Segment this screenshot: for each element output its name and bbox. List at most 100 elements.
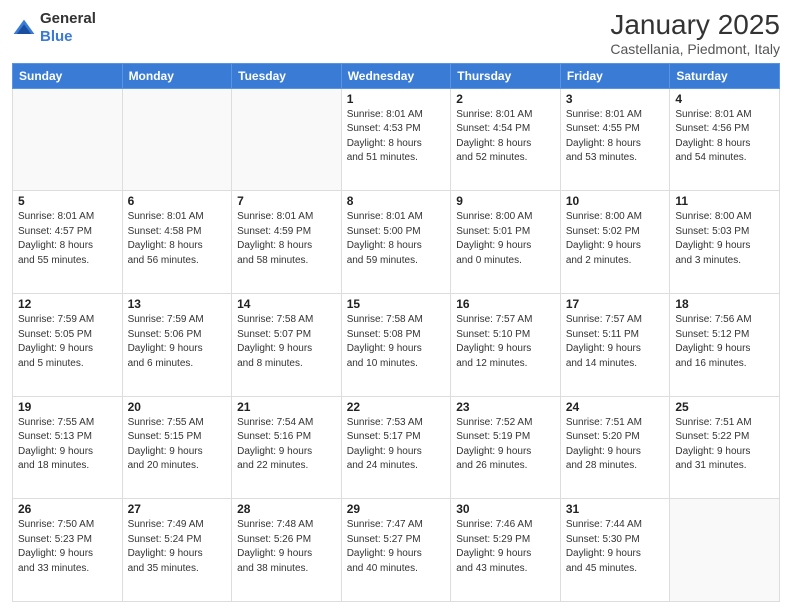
calendar-cell-w1-d6: 3 Sunrise: 8:01 AM Sunset: 4:55 PM Daylig… xyxy=(560,88,670,191)
day-number: 26 xyxy=(18,502,117,516)
calendar-cell-w4-d3: 21Sunrise: 7:54 AM Sunset: 5:16 PM Dayli… xyxy=(232,396,342,499)
week-row-5: 26 Sunrise: 7:50 AM Sunset: 5:23 PM Dayli… xyxy=(13,499,780,602)
week-row-3: 12 Sunrise: 7:59 AM Sunset: 5:05 PM Dayli… xyxy=(13,294,780,397)
day-number: 31 xyxy=(566,502,665,516)
day-number: 20 xyxy=(128,400,227,414)
day-info: Sunrise: 8:01 AM Sunset: 4:54 PM Dayligh… xyxy=(456,108,555,166)
calendar-cell-w5-d7 xyxy=(670,499,780,602)
calendar-cell-w2-d6: 10 Sunrise: 8:00 AM Sunset: 5:02 PM Dayli… xyxy=(560,191,670,294)
day-number: 10 xyxy=(566,194,665,208)
header-sunday: Sunday xyxy=(13,63,123,88)
day-info: Sunrise: 7:51 AM Sunset: 5:20 PM Dayligh… xyxy=(566,416,665,474)
calendar-cell-w1-d1 xyxy=(13,88,123,191)
day-number: 19 xyxy=(18,400,117,414)
day-info: Sunrise: 7:46 AM Sunset: 5:29 PM Dayligh… xyxy=(456,518,555,576)
week-row-1: 1 Sunrise: 8:01 AM Sunset: 4:53 PM Daylig… xyxy=(13,88,780,191)
page-container: General Blue January 2025 Castellania, P… xyxy=(0,0,792,612)
calendar-cell-w2-d5: 9Sunrise: 8:00 AM Sunset: 5:01 PM Daylig… xyxy=(451,191,561,294)
day-number: 4 xyxy=(675,92,774,106)
day-number: 6 xyxy=(128,194,227,208)
day-number: 23 xyxy=(456,400,555,414)
calendar-cell-w4-d6: 24 Sunrise: 7:51 AM Sunset: 5:20 PM Dayli… xyxy=(560,396,670,499)
day-info: Sunrise: 8:00 AM Sunset: 5:03 PM Dayligh… xyxy=(675,210,774,268)
day-number: 17 xyxy=(566,297,665,311)
day-info: Sunrise: 8:01 AM Sunset: 4:58 PM Dayligh… xyxy=(128,210,227,268)
day-info: Sunrise: 7:55 AM Sunset: 5:13 PM Dayligh… xyxy=(18,416,117,474)
calendar-cell-w1-d7: 4 Sunrise: 8:01 AM Sunset: 4:56 PM Daylig… xyxy=(670,88,780,191)
day-number: 16 xyxy=(456,297,555,311)
week-row-4: 19 Sunrise: 7:55 AM Sunset: 5:13 PM Dayli… xyxy=(13,396,780,499)
day-number: 1 xyxy=(347,92,446,106)
day-number: 3 xyxy=(566,92,665,106)
day-number: 15 xyxy=(347,297,446,311)
day-number: 29 xyxy=(347,502,446,516)
day-info: Sunrise: 7:51 AM Sunset: 5:22 PM Dayligh… xyxy=(675,416,774,474)
day-info: Sunrise: 8:01 AM Sunset: 4:55 PM Dayligh… xyxy=(566,108,665,166)
day-info: Sunrise: 7:44 AM Sunset: 5:30 PM Dayligh… xyxy=(566,518,665,576)
day-info: Sunrise: 7:48 AM Sunset: 5:26 PM Dayligh… xyxy=(237,518,336,576)
logo-general: General xyxy=(40,10,96,27)
day-number: 13 xyxy=(128,297,227,311)
day-info: Sunrise: 8:00 AM Sunset: 5:02 PM Dayligh… xyxy=(566,210,665,268)
header-wednesday: Wednesday xyxy=(341,63,451,88)
logo: General Blue xyxy=(12,10,96,46)
day-info: Sunrise: 7:58 AM Sunset: 5:08 PM Dayligh… xyxy=(347,313,446,371)
day-info: Sunrise: 7:58 AM Sunset: 5:07 PM Dayligh… xyxy=(237,313,336,371)
day-info: Sunrise: 7:47 AM Sunset: 5:27 PM Dayligh… xyxy=(347,518,446,576)
day-info: Sunrise: 7:57 AM Sunset: 5:10 PM Dayligh… xyxy=(456,313,555,371)
calendar-cell-w5-d3: 28 Sunrise: 7:48 AM Sunset: 5:26 PM Dayli… xyxy=(232,499,342,602)
calendar-cell-w5-d1: 26 Sunrise: 7:50 AM Sunset: 5:23 PM Dayli… xyxy=(13,499,123,602)
calendar-table: Sunday Monday Tuesday Wednesday Thursday… xyxy=(12,63,780,602)
day-info: Sunrise: 7:52 AM Sunset: 5:19 PM Dayligh… xyxy=(456,416,555,474)
week-row-2: 5Sunrise: 8:01 AM Sunset: 4:57 PM Daylig… xyxy=(13,191,780,294)
day-number: 18 xyxy=(675,297,774,311)
weekday-header-row: Sunday Monday Tuesday Wednesday Thursday… xyxy=(13,63,780,88)
calendar-cell-w1-d2 xyxy=(122,88,232,191)
day-number: 28 xyxy=(237,502,336,516)
logo-text: General Blue xyxy=(40,10,96,46)
calendar-cell-w4-d7: 25Sunrise: 7:51 AM Sunset: 5:22 PM Dayli… xyxy=(670,396,780,499)
calendar-cell-w3-d3: 14Sunrise: 7:58 AM Sunset: 5:07 PM Dayli… xyxy=(232,294,342,397)
calendar-cell-w4-d1: 19 Sunrise: 7:55 AM Sunset: 5:13 PM Dayli… xyxy=(13,396,123,499)
day-number: 8 xyxy=(347,194,446,208)
calendar-body: 1 Sunrise: 8:01 AM Sunset: 4:53 PM Daylig… xyxy=(13,88,780,601)
header-monday: Monday xyxy=(122,63,232,88)
location-subtitle: Castellania, Piedmont, Italy xyxy=(610,41,780,57)
header-tuesday: Tuesday xyxy=(232,63,342,88)
day-info: Sunrise: 8:01 AM Sunset: 4:53 PM Dayligh… xyxy=(347,108,446,166)
day-info: Sunrise: 7:59 AM Sunset: 5:05 PM Dayligh… xyxy=(18,313,117,371)
day-info: Sunrise: 8:00 AM Sunset: 5:01 PM Dayligh… xyxy=(456,210,555,268)
logo-icon xyxy=(12,18,36,38)
day-number: 2 xyxy=(456,92,555,106)
day-info: Sunrise: 7:56 AM Sunset: 5:12 PM Dayligh… xyxy=(675,313,774,371)
day-info: Sunrise: 7:55 AM Sunset: 5:15 PM Dayligh… xyxy=(128,416,227,474)
day-number: 24 xyxy=(566,400,665,414)
calendar-cell-w3-d7: 18 Sunrise: 7:56 AM Sunset: 5:12 PM Dayli… xyxy=(670,294,780,397)
header: General Blue January 2025 Castellania, P… xyxy=(12,10,780,57)
calendar-cell-w1-d4: 1 Sunrise: 8:01 AM Sunset: 4:53 PM Daylig… xyxy=(341,88,451,191)
day-number: 21 xyxy=(237,400,336,414)
header-saturday: Saturday xyxy=(670,63,780,88)
calendar-cell-w3-d6: 17Sunrise: 7:57 AM Sunset: 5:11 PM Dayli… xyxy=(560,294,670,397)
day-info: Sunrise: 8:01 AM Sunset: 4:56 PM Dayligh… xyxy=(675,108,774,166)
calendar-cell-w4-d2: 20 Sunrise: 7:55 AM Sunset: 5:15 PM Dayli… xyxy=(122,396,232,499)
day-info: Sunrise: 7:49 AM Sunset: 5:24 PM Dayligh… xyxy=(128,518,227,576)
calendar-cell-w2-d7: 11 Sunrise: 8:00 AM Sunset: 5:03 PM Dayli… xyxy=(670,191,780,294)
calendar-cell-w4-d4: 22Sunrise: 7:53 AM Sunset: 5:17 PM Dayli… xyxy=(341,396,451,499)
day-number: 30 xyxy=(456,502,555,516)
calendar-cell-w3-d2: 13 Sunrise: 7:59 AM Sunset: 5:06 PM Dayli… xyxy=(122,294,232,397)
calendar-cell-w5-d4: 29 Sunrise: 7:47 AM Sunset: 5:27 PM Dayli… xyxy=(341,499,451,602)
day-number: 12 xyxy=(18,297,117,311)
title-block: January 2025 Castellania, Piedmont, Ital… xyxy=(610,10,780,57)
calendar-cell-w5-d5: 30 Sunrise: 7:46 AM Sunset: 5:29 PM Dayli… xyxy=(451,499,561,602)
day-number: 11 xyxy=(675,194,774,208)
day-info: Sunrise: 7:50 AM Sunset: 5:23 PM Dayligh… xyxy=(18,518,117,576)
calendar-cell-w2-d4: 8Sunrise: 8:01 AM Sunset: 5:00 PM Daylig… xyxy=(341,191,451,294)
calendar-cell-w3-d4: 15 Sunrise: 7:58 AM Sunset: 5:08 PM Dayli… xyxy=(341,294,451,397)
calendar-cell-w2-d1: 5Sunrise: 8:01 AM Sunset: 4:57 PM Daylig… xyxy=(13,191,123,294)
day-info: Sunrise: 7:59 AM Sunset: 5:06 PM Dayligh… xyxy=(128,313,227,371)
day-number: 22 xyxy=(347,400,446,414)
calendar-cell-w2-d2: 6 Sunrise: 8:01 AM Sunset: 4:58 PM Daylig… xyxy=(122,191,232,294)
calendar-cell-w4-d5: 23 Sunrise: 7:52 AM Sunset: 5:19 PM Dayli… xyxy=(451,396,561,499)
calendar-cell-w5-d6: 31 Sunrise: 7:44 AM Sunset: 5:30 PM Dayli… xyxy=(560,499,670,602)
